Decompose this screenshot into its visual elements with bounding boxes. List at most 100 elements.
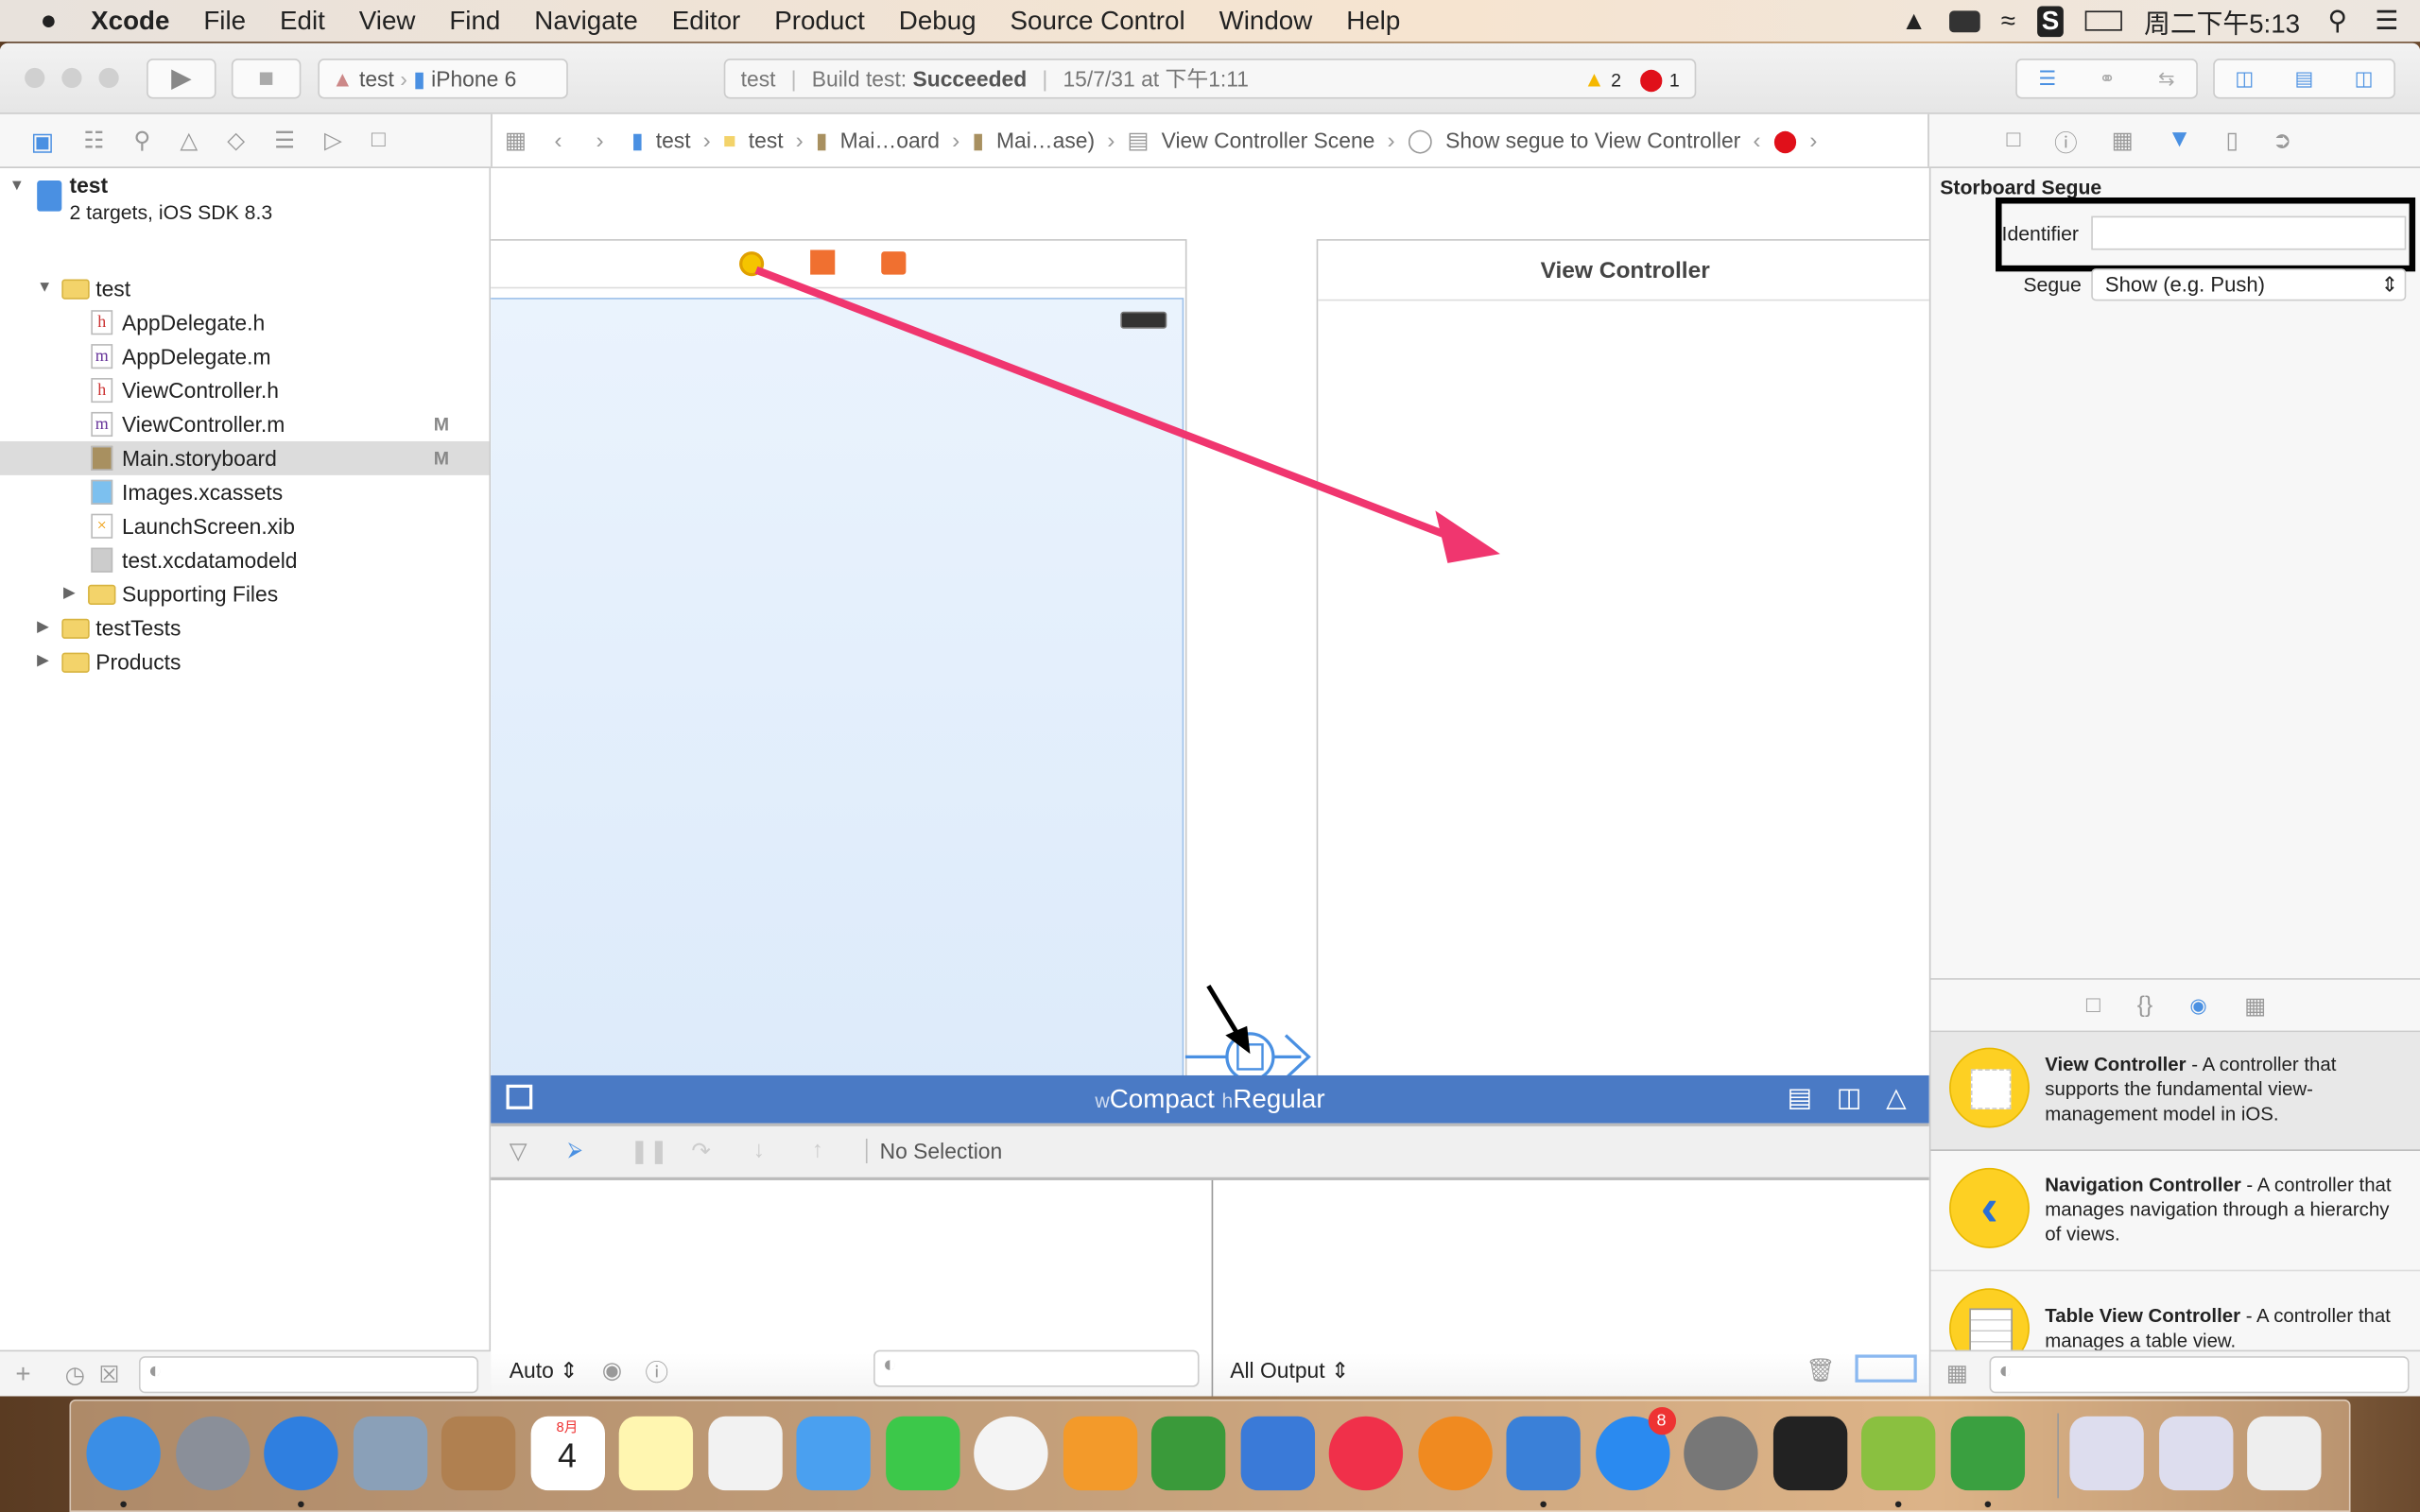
zoom-button[interactable] <box>98 67 119 89</box>
add-icon[interactable]: + <box>15 1359 30 1390</box>
pause-icon[interactable]: ❚❚ <box>630 1137 668 1165</box>
menu-edit[interactable]: Edit <box>280 6 325 37</box>
crumb-group[interactable]: test <box>749 129 784 153</box>
error-count[interactable]: ⬤ 1 <box>1639 60 1680 99</box>
size-class-selector[interactable]: wCompact hRegular <box>491 1085 1929 1116</box>
debug-navigator-icon[interactable]: ☰ <box>274 127 295 158</box>
breakpoint-navigator-icon[interactable]: ▷ <box>324 127 342 158</box>
variables-filter-input[interactable]: ◐ <box>873 1349 1200 1387</box>
segue-type-select[interactable]: Show (e.g. Push) ⇕ <box>2091 268 2407 301</box>
pages-icon[interactable] <box>1063 1416 1137 1491</box>
code-snippet-library-icon[interactable]: {} <box>2137 992 2152 1019</box>
recent-files-icon[interactable]: ◷ <box>65 1361 85 1389</box>
window-2-icon[interactable] <box>2158 1416 2233 1491</box>
menu-debug[interactable]: Debug <box>899 6 977 37</box>
connections-inspector-icon[interactable]: ➲ <box>2273 127 2292 159</box>
output-mode-select[interactable]: All Output ⇕ <box>1230 1358 1349 1384</box>
menu-view[interactable]: View <box>359 6 416 37</box>
disclosure-triangle[interactable]: ▶ <box>37 644 49 679</box>
file-tree-item[interactable]: m AppDelegate.m <box>0 339 490 373</box>
disclosure-triangle[interactable]: ▶ <box>63 577 76 611</box>
back-icon[interactable]: ‹ <box>554 128 562 154</box>
spotlight-icon[interactable]: ⚲ <box>2328 6 2347 37</box>
version-editor-icon[interactable]: ⇆ <box>2158 60 2175 97</box>
file-inspector-icon[interactable]: □ <box>2006 127 2020 159</box>
ibooks-icon[interactable] <box>1417 1416 1492 1491</box>
stop-button[interactable]: ■ <box>231 59 302 99</box>
forward-icon[interactable]: › <box>596 128 604 154</box>
project-navigator-icon[interactable]: ▣ <box>31 127 55 158</box>
file-tree-item[interactable]: h ViewController.h <box>0 373 490 407</box>
warning-count[interactable]: ▲ 2 <box>1583 60 1621 99</box>
file-tree-item[interactable]: × LaunchScreen.xib <box>0 509 490 543</box>
assistant-editor-icon[interactable]: ⚭ <box>2099 60 2116 97</box>
menu-product[interactable]: Product <box>774 6 865 37</box>
apple-icon[interactable]: ● <box>40 5 57 37</box>
safari-icon[interactable] <box>264 1416 338 1491</box>
menu-find[interactable]: Find <box>449 6 500 37</box>
disclosure-triangle[interactable]: ▶ <box>37 611 49 645</box>
breakpoints-toggle-icon[interactable]: ⮚ <box>568 1137 582 1161</box>
file-tree-item[interactable]: test.xcdatamodeld <box>0 543 490 577</box>
keynote-icon[interactable] <box>1239 1416 1315 1491</box>
file-tree-item[interactable]: m ViewController.m M <box>0 407 490 441</box>
menu-app[interactable]: Xcode <box>91 6 169 37</box>
menu-window[interactable]: Window <box>1219 6 1313 37</box>
variables-view[interactable]: Auto ⇕ ◉ ⓘ ◐ <box>491 1179 1212 1397</box>
finder-icon[interactable] <box>86 1416 161 1491</box>
crumb-scene[interactable]: View Controller Scene <box>1162 129 1375 153</box>
run-button[interactable]: ▶ <box>147 59 216 99</box>
clock[interactable]: 周二下午5:13 <box>2144 2 2300 41</box>
file-tree-item[interactable]: h AppDelegate.h <box>0 305 490 339</box>
launchpad-icon[interactable] <box>175 1416 250 1491</box>
file-tree-item[interactable]: Main.storyboard M <box>0 440 490 475</box>
messages-icon[interactable] <box>796 1416 871 1491</box>
sogou-input-icon[interactable]: S <box>2036 5 2065 37</box>
find-navigator-icon[interactable]: ⚲ <box>133 127 150 158</box>
wifi-icon[interactable]: ≈ <box>2001 6 2015 37</box>
menu-navigate[interactable]: Navigate <box>534 6 638 37</box>
stack-icon[interactable]: ▤ <box>1788 1083 1812 1114</box>
menu-editor[interactable]: Editor <box>672 6 741 37</box>
library-filter-input[interactable]: ◐ <box>1989 1356 2410 1394</box>
device-name[interactable]: iPhone 6 <box>431 66 516 91</box>
scm-filter-icon[interactable]: ☒ <box>98 1361 119 1389</box>
navigator-toggle-icon[interactable]: ◫ <box>2235 60 2254 97</box>
evernote-status-icon[interactable]: ▲ <box>1901 6 1927 37</box>
navigator-filter-input[interactable]: ◐ <box>138 1356 479 1394</box>
crumb-base[interactable]: Mai…ase) <box>996 129 1095 153</box>
xcode-icon[interactable] <box>1506 1416 1581 1491</box>
quick-help-icon[interactable]: ⓘ <box>2054 127 2078 159</box>
window-1-icon[interactable] <box>2069 1416 2144 1491</box>
utilities-toggle-icon[interactable]: ◫ <box>2355 60 2374 97</box>
file-tree-item[interactable]: ▼ test <box>0 271 490 305</box>
library-item-view-controller[interactable]: View Controller - A controller that supp… <box>1930 1032 2420 1151</box>
file-tree-item[interactable]: Images.xcassets <box>0 475 490 509</box>
file-template-library-icon[interactable]: □ <box>2086 992 2100 1019</box>
app-store-icon[interactable]: 8 <box>1595 1406 1676 1491</box>
menu-source-control[interactable]: Source Control <box>1011 6 1185 37</box>
calendar-icon[interactable]: 8月 4 <box>529 1416 605 1491</box>
menu-file[interactable]: File <box>203 6 246 37</box>
info-icon[interactable]: ⓘ <box>645 1356 668 1388</box>
media-library-icon[interactable]: ▦ <box>2244 991 2266 1020</box>
close-button[interactable] <box>25 67 45 89</box>
attributes-inspector-icon[interactable]: ▼ <box>2168 127 2192 159</box>
battery-icon[interactable] <box>2085 10 2123 31</box>
activity-monitor-icon[interactable] <box>1772 1416 1847 1491</box>
crumb-segue[interactable]: Show segue to View Controller <box>1445 129 1740 153</box>
notes-icon[interactable] <box>618 1416 694 1491</box>
grid-view-icon[interactable]: ▦ <box>1946 1359 1968 1387</box>
file-tree-item[interactable]: ▶ Products <box>0 644 490 679</box>
eye-icon[interactable]: ◉ <box>602 1356 622 1384</box>
preview-icon[interactable] <box>353 1416 427 1491</box>
photos-icon[interactable] <box>974 1416 1048 1491</box>
system-preferences-icon[interactable] <box>1684 1416 1758 1491</box>
step-over-icon[interactable]: ↷ <box>691 1137 711 1165</box>
android-studio-icon[interactable] <box>1860 1416 1936 1491</box>
hide-debug-area-icon[interactable]: ▽ <box>510 1137 527 1165</box>
pin-icon[interactable]: △ <box>1886 1083 1906 1114</box>
align-icon[interactable]: ◫ <box>1837 1083 1861 1114</box>
issue-error-icon[interactable]: ⬤ <box>1773 128 1798 154</box>
symbol-navigator-icon[interactable]: ☷ <box>83 127 104 158</box>
